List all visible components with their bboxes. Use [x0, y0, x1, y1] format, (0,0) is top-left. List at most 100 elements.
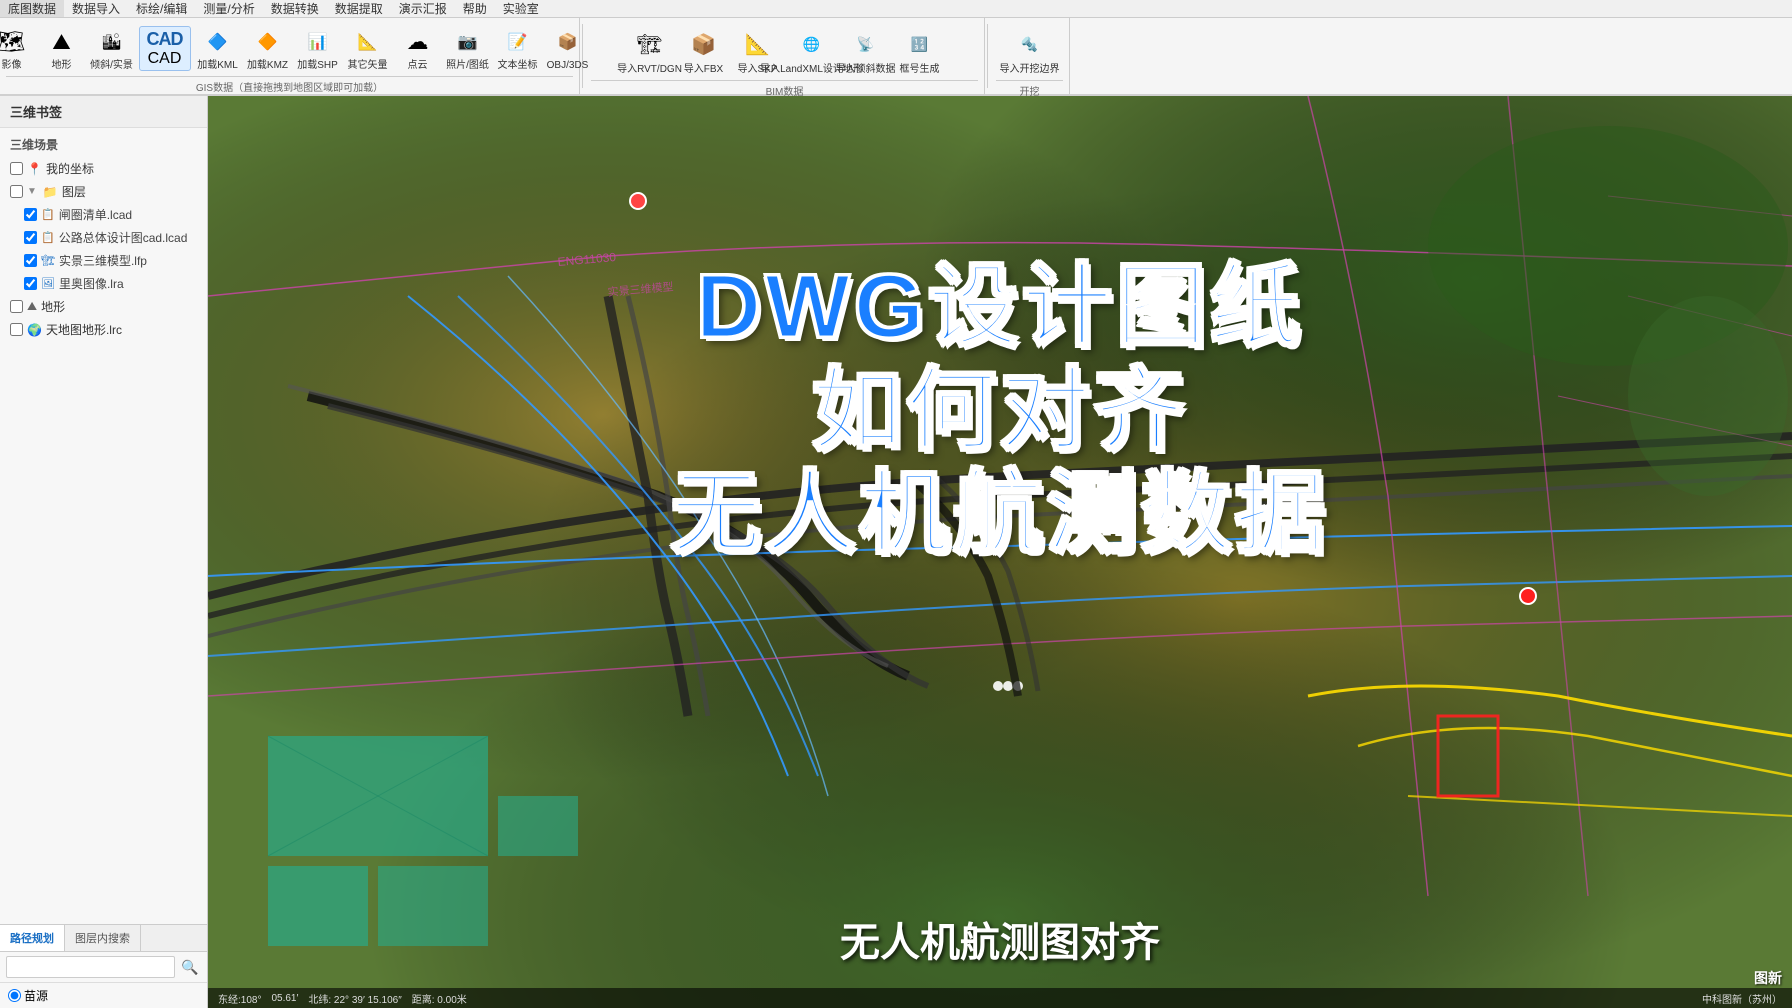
terrain-icon: ⛰ — [44, 24, 80, 60]
tree-item-my-coords[interactable]: 📍 我的坐标 — [0, 157, 207, 180]
search-button[interactable]: 🔍 — [179, 956, 201, 978]
kmz-label: 加载KMZ — [247, 60, 288, 72]
corner-label-text: 图新 — [1754, 970, 1782, 986]
status-lon: 05.61′ — [271, 993, 298, 1004]
menu-item-demo[interactable]: 演示汇报 — [391, 0, 455, 17]
excavation-label: 导入开挖边界 — [1000, 64, 1060, 76]
title-overlay: DWG设计图纸 如何对齐 无人机航测数据 — [550, 256, 1450, 567]
gis-toolbar-section: 🗺 影像 ⛰ 地形 🏙 倾斜/实景 CAD CAD 🔷 加载KML 🔶 加载 — [0, 18, 580, 94]
terrain-node-icon: ⛰ — [27, 299, 37, 314]
shp-label: 加载SHP — [297, 60, 338, 72]
frame-icon: 🔢 — [900, 24, 940, 64]
toolbar-item-obj[interactable]: 📦 OBJ/3DS — [545, 22, 591, 74]
bim-toolbar-section: 🏗 导入RVT/DGN 📦 导入FBX 📐 导入SKP 🌐 导入LandXML设… — [585, 18, 985, 94]
tree-item-layers[interactable]: ▼ 📁 图层 — [0, 180, 207, 203]
tree-view: 三维场景 📍 我的坐标 ▼ 📁 图层 📋 闸圈清单.lcad 📋 公路总体设计图… — [0, 128, 207, 924]
toolbar-item-other-vector[interactable]: 📐 其它矢量 — [345, 22, 391, 74]
tree-sub-item-3d-model[interactable]: 🏗 实景三维模型.lfp — [0, 249, 207, 272]
search-input[interactable] — [6, 956, 175, 978]
main-content: ENG11030 实景三维模型 DWG设计图纸 如何对齐 无人机航测数据 无人机… — [208, 96, 1792, 1008]
other-vector-label: 其它矢量 — [348, 60, 388, 72]
3d-model-icon: 🏗 — [41, 254, 55, 267]
toolbar-item-kml[interactable]: 🔷 加载KML — [195, 22, 241, 74]
toolbar-item-oblique[interactable]: 🏙 倾斜/实景 — [89, 22, 135, 74]
coords-icon: 📍 — [27, 162, 42, 176]
menu-item-import[interactable]: 数据导入 — [64, 0, 128, 17]
toolbar-item-rvt[interactable]: 🏗 导入RVT/DGN — [624, 22, 676, 78]
cad2-checkbox[interactable] — [24, 231, 37, 244]
rvt-label: 导入RVT/DGN — [617, 64, 682, 76]
tree-item-tianditu[interactable]: 🌍 天地图地形.lrc — [0, 318, 207, 341]
cad-label: CAD — [148, 50, 182, 68]
subtitle-overlay: 无人机航测图对齐 — [840, 910, 1160, 968]
rvt-icon: 🏗 — [630, 24, 670, 64]
menu-item-help[interactable]: 帮助 — [455, 0, 495, 17]
3d-model-checkbox[interactable] — [24, 254, 37, 267]
bim-section-label: BIM数据 — [591, 80, 978, 98]
sidebar-tabs: 路径规划 图层内搜索 — [0, 924, 207, 952]
menu-item-extract[interactable]: 数据提取 — [327, 0, 391, 17]
menu-item-measure[interactable]: 测量/分析 — [195, 0, 262, 17]
toolbar: 🗺 影像 ⛰ 地形 🏙 倾斜/实景 CAD CAD 🔷 加载KML 🔶 加载 — [0, 18, 1792, 96]
tab-path-plan[interactable]: 路径规划 — [0, 925, 65, 951]
toolbar-item-pointcloud[interactable]: ☁ 点云 — [395, 22, 441, 74]
kaizao-label: 开挖 — [996, 80, 1063, 98]
title-line3: 无人机航测数据 — [550, 463, 1450, 567]
other-vector-icon: 📐 — [350, 24, 386, 60]
gis-section-label: GIS数据（直接拖拽到地图区域即可加载） — [6, 76, 573, 94]
terrain-node-checkbox[interactable] — [10, 300, 23, 313]
raster-checkbox[interactable] — [24, 277, 37, 290]
cad2-text: 公路总体设计图cad.lcad — [59, 229, 188, 246]
radio-miaoyuan[interactable] — [8, 989, 21, 1002]
toolbar-item-excavation[interactable]: 🔩 导入开挖边界 — [1004, 22, 1056, 78]
cad-icon: CAD — [147, 29, 183, 50]
toolbar-item-text-coord[interactable]: 📝 文本坐标 — [495, 22, 541, 74]
tianditu-checkbox[interactable] — [10, 323, 23, 336]
my-coords-text: 我的坐标 — [46, 160, 94, 177]
corner-label: 图新 — [1754, 968, 1782, 988]
menu-item-transform[interactable]: 数据转换 — [263, 0, 327, 17]
tab-layer-search[interactable]: 图层内搜索 — [65, 925, 141, 951]
skp-icon: 📐 — [738, 24, 778, 64]
menu-item-edit[interactable]: 标绘/编辑 — [128, 0, 195, 17]
radio-option-miaoyuan[interactable]: 苗源 — [8, 987, 48, 1004]
tree-item-terrain-node[interactable]: ⛰ 地形 — [0, 295, 207, 318]
status-distance: 距离: 0.00米 — [412, 991, 467, 1006]
imagery-label: 影像 — [2, 60, 22, 72]
toolbar-item-frame[interactable]: 🔢 框号生成 — [894, 22, 946, 78]
my-coords-checkbox[interactable] — [10, 162, 23, 175]
tree-sub-item-raster[interactable]: 🖼 里奥图像.lra — [0, 272, 207, 295]
excavation-toolbar-section: 🔩 导入开挖边界 开挖 — [990, 18, 1070, 94]
toolbar-item-fbx[interactable]: 📦 导入FBX — [678, 22, 730, 78]
layers-expand-icon: ▼ — [27, 186, 37, 197]
pointcloud-label: 点云 — [408, 60, 428, 72]
toolbar-item-landxml[interactable]: 🌐 导入LandXML设计地形 — [786, 22, 838, 78]
frame-label: 框号生成 — [900, 64, 940, 76]
tree-sub-item-cad1[interactable]: 📋 闸圈清单.lcad — [0, 203, 207, 226]
search-bar: 🔍 — [0, 952, 207, 983]
toolbar-item-kmz[interactable]: 🔶 加载KMZ — [245, 22, 291, 74]
tree-sub-item-cad2[interactable]: 📋 公路总体设计图cad.lcad — [0, 226, 207, 249]
toolbar-item-terrain[interactable]: ⛰ 地形 — [39, 22, 85, 74]
fbx-icon: 📦 — [684, 24, 724, 64]
fbx-label: 导入FBX — [684, 64, 723, 76]
sidebar: 三维书签 三维场景 📍 我的坐标 ▼ 📁 图层 📋 闸圈清单.lcad 📋 公路… — [0, 96, 208, 1008]
kml-label: 加载KML — [197, 60, 238, 72]
landxml-icon: 🌐 — [792, 24, 832, 64]
shp-icon: 📊 — [300, 24, 336, 60]
menu-item-map-data[interactable]: 底图数据 — [0, 0, 64, 17]
toolbar-item-cad[interactable]: CAD CAD — [139, 26, 191, 71]
obj-icon: 📦 — [550, 24, 586, 60]
status-right: 中科图新（苏州） — [1702, 991, 1782, 1006]
toolbar-item-shp[interactable]: 📊 加载SHP — [295, 22, 341, 74]
layers-checkbox[interactable] — [10, 185, 23, 198]
cad1-checkbox[interactable] — [24, 208, 37, 221]
pointcloud-icon: ☁ — [400, 24, 436, 60]
status-bar: 东经:108° 05.61′ 北纬: 22° 39′ 15.106″ 距离: 0… — [208, 988, 1792, 1008]
toolbar-item-imagery[interactable]: 🗺 影像 — [0, 22, 35, 74]
oblique-label: 倾斜/实景 — [90, 60, 133, 72]
cad1-icon: 📋 — [41, 208, 55, 221]
toolbar-item-tilt[interactable]: 📡 导入倾斜数据 — [840, 22, 892, 78]
toolbar-item-photo[interactable]: 📷 照片/图纸 — [445, 22, 491, 74]
menu-item-lab[interactable]: 实验室 — [495, 0, 547, 17]
